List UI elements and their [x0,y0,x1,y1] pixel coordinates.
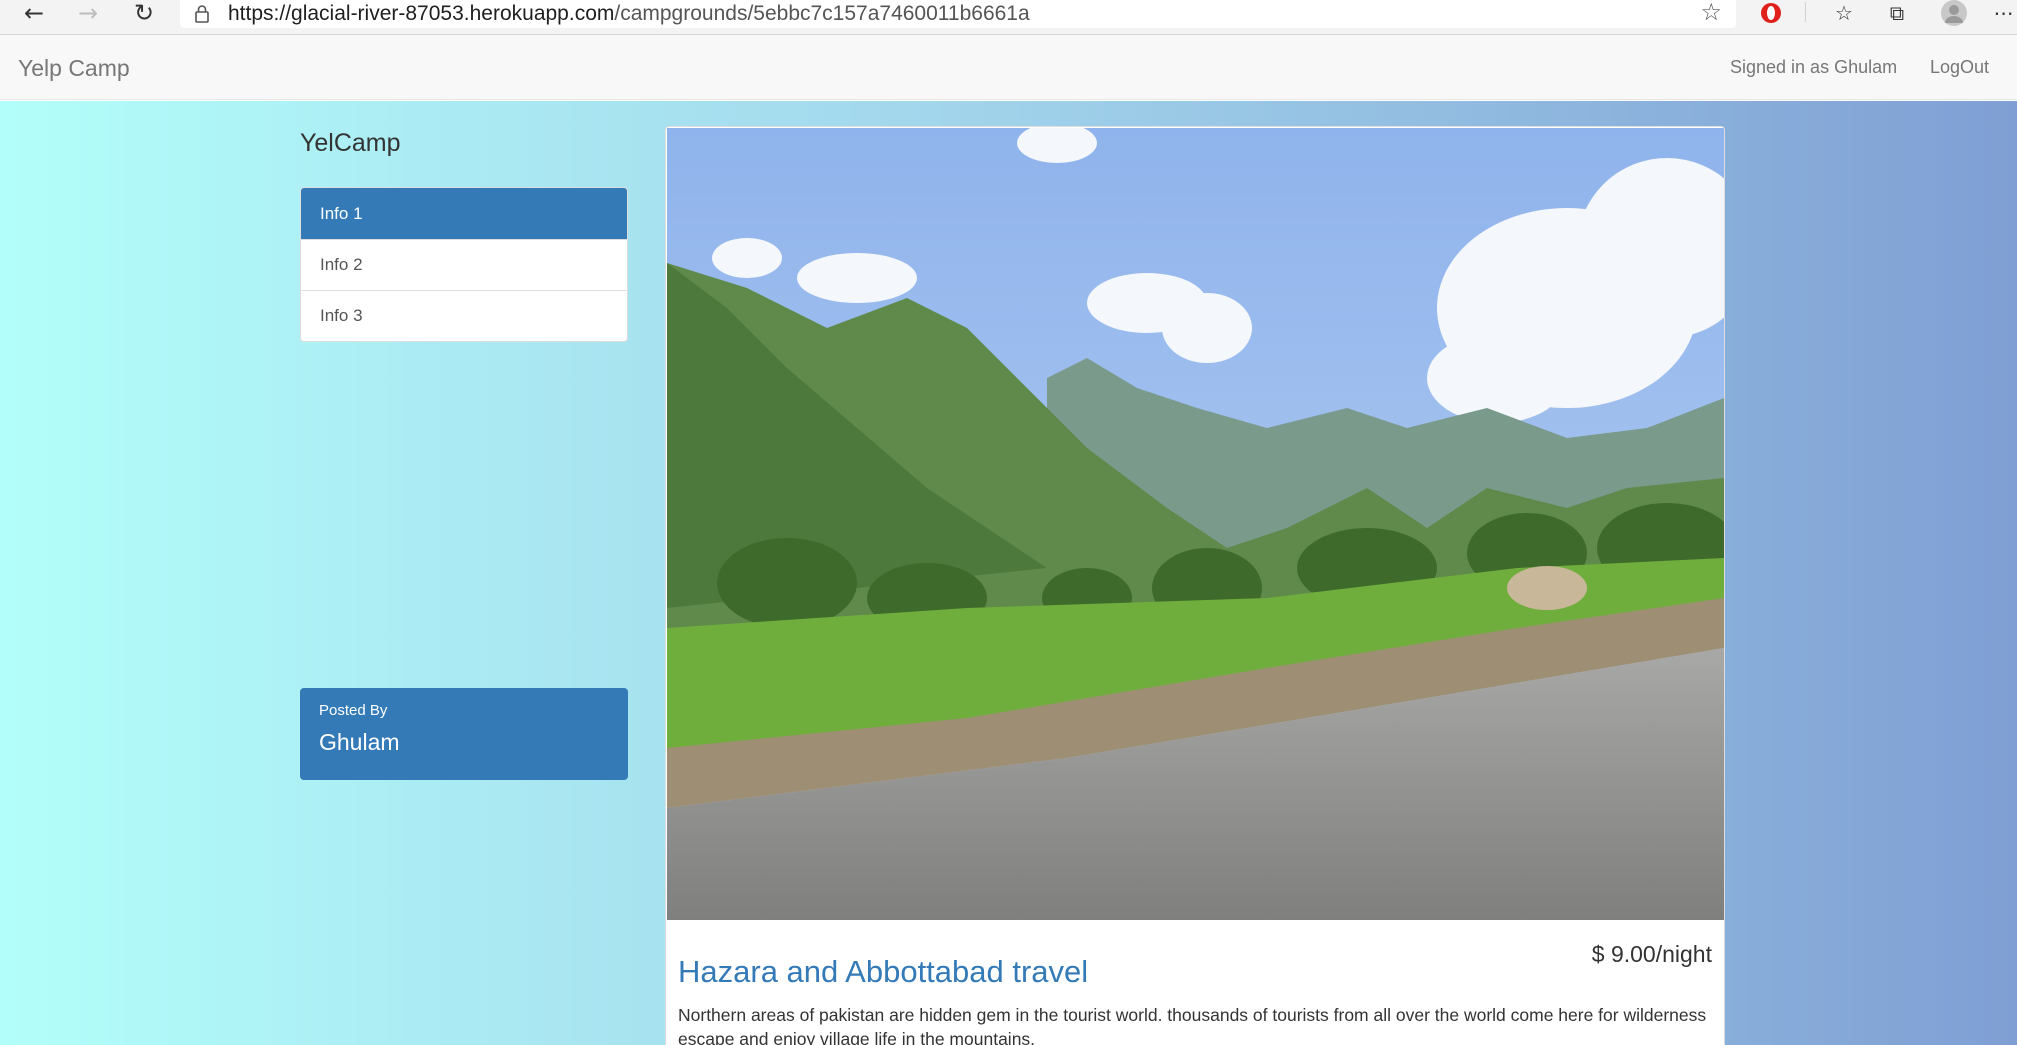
campground-photo [667,128,1724,920]
url-text: https://glacial-river-87053.herokuapp.co… [228,2,1030,26]
site-navbar: Yelp Camp Signed in as Ghulam LogOut [0,35,2017,100]
refresh-icon[interactable]: ↻ [124,0,164,26]
campground-card: $ 9.00/night Hazara and Abbottabad trave… [665,126,1725,1045]
logout-link[interactable]: LogOut [1930,57,1989,78]
info-list: Info 1 Info 2 Info 3 [300,187,628,342]
campground-title-link[interactable]: Hazara and Abbottabad travel [678,954,1088,990]
list-item-info-3[interactable]: Info 3 [301,290,627,341]
opera-extension-icon[interactable] [1753,0,1789,26]
lock-icon [194,4,216,24]
posted-by-panel: Posted By Ghulam [300,688,628,780]
profile-icon[interactable] [1936,0,1972,26]
sidebar-title: YelCamp [300,129,401,157]
more-icon[interactable]: ⋯ [1990,0,2017,26]
brand-link[interactable]: Yelp Camp [18,55,130,82]
posted-by-name: Ghulam [319,729,400,755]
address-bar[interactable]: https://glacial-river-87053.herokuapp.co… [180,0,1736,28]
favorites-icon[interactable]: ☆ [1826,0,1862,26]
forward-arrow-icon[interactable]: → [68,0,108,26]
signed-in-link[interactable]: Signed in as Ghulam [1730,57,1897,78]
star-icon[interactable]: ☆ [1700,0,1722,24]
back-arrow-icon[interactable]: ← [14,0,54,26]
toolbar-separator [1805,2,1806,22]
url-host: https://glacial-river-87053.herokuapp.co… [228,2,615,25]
url-path: /campgrounds/5ebbc7c157a7460011b6661a [614,2,1030,25]
collections-icon[interactable]: ⧉ [1879,0,1915,26]
campground-description: Northern areas of pakistan are hidden ge… [678,1005,1707,1045]
list-item-info-1[interactable]: Info 1 [301,188,627,239]
price-label: $ 9.00/night [1591,941,1712,967]
main-content: YelCamp Info 1 Info 2 Info 3 Posted By G… [0,101,2017,1045]
list-item-info-2[interactable]: Info 2 [301,239,627,290]
browser-toolbar: ← → ↻ https://glacial-river-87053.heroku… [0,0,2017,35]
posted-by-label: Posted By [319,702,388,719]
